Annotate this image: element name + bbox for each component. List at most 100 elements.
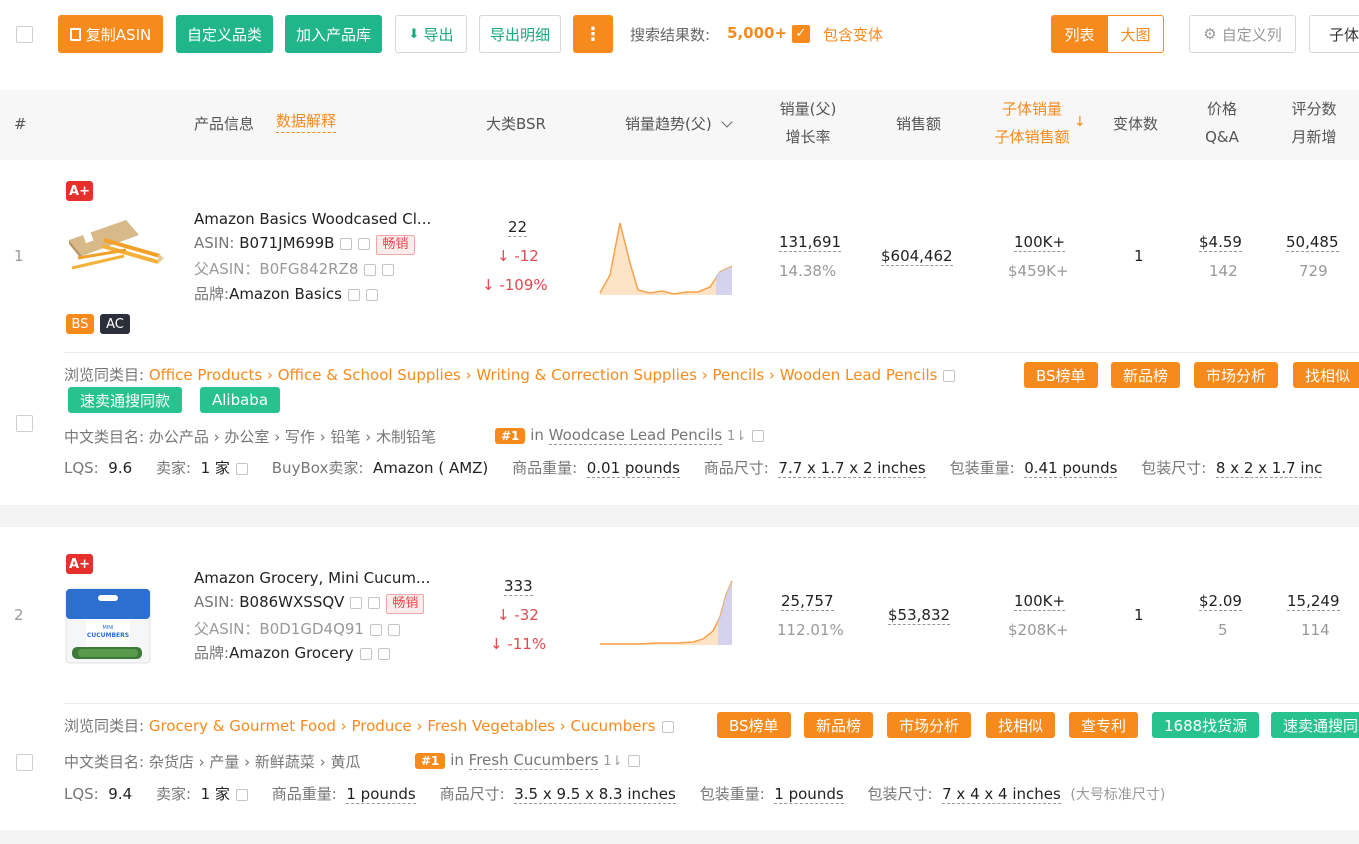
category-link[interactable]: Fresh Vegetables (427, 717, 555, 735)
category-link[interactable]: Office & School Supplies (278, 366, 461, 384)
parent-asin[interactable]: 父ASIN：B0D1GD4Q91 (194, 620, 364, 638)
toolbar: 复制ASIN 自定义品类 加入产品库 ⬇ 导出 导出明细 ⋮ 搜索结果数: 5,… (0, 0, 1359, 70)
header-bsr[interactable]: 大类BSR (486, 110, 546, 138)
view-list-button[interactable]: 列表 (1051, 15, 1108, 53)
lqs-value: 9.6 (108, 459, 133, 477)
select-all-checkbox[interactable] (16, 26, 33, 43)
patent-check-button[interactable]: 查专利 (1069, 712, 1139, 738)
sort-icon[interactable]: 1⇂ (727, 429, 746, 444)
product-title[interactable]: Amazon Grocery, Mini Cucum... (194, 569, 430, 587)
aliexpress-search-button[interactable]: 速卖通搜同 (1271, 712, 1359, 738)
alibaba-button[interactable]: Alibaba (200, 387, 281, 413)
copy-icon[interactable] (340, 237, 353, 250)
header-sales[interactable]: 销量(父) 增长率 (778, 95, 838, 151)
header-price[interactable]: 价格 Q&A (1200, 95, 1244, 151)
find-similar-button[interactable]: 找相似 (986, 712, 1056, 738)
external-link-icon[interactable] (752, 429, 765, 442)
table-header: # 产品信息 数据解释 大类BSR 销量趋势(父) 销量(父) 增长率 销售额 … (0, 90, 1359, 160)
external-link-icon[interactable] (235, 462, 248, 475)
external-link-icon[interactable] (235, 788, 248, 801)
product-title[interactable]: Amazon Basics Woodcased Cl... (194, 210, 431, 228)
copy-icon[interactable] (359, 647, 372, 660)
new-list-button[interactable]: 新品榜 (1111, 362, 1181, 388)
find-similar-button[interactable]: 找相似 (1293, 362, 1359, 388)
external-link-icon[interactable] (382, 263, 395, 276)
weight-value: 0.01 pounds (586, 459, 680, 478)
download-icon: ⬇ (408, 26, 420, 42)
arrow-down-icon: ↓ (497, 247, 515, 265)
data-explain-link[interactable]: 数据解释 (276, 110, 337, 133)
monthly-new-value: 114 (1301, 621, 1330, 639)
category-link[interactable]: Writing & Correction Supplies (476, 366, 697, 384)
external-link-icon[interactable] (368, 596, 381, 609)
view-grid-label: 大图 (1120, 25, 1151, 44)
category-link[interactable]: Cucumbers (570, 717, 655, 735)
browse-category: 浏览同类目: Grocery & Gourmet Food › Produce … (64, 715, 674, 736)
cn-category-path: 杂货店 › 产量 › 新鲜蔬菜 › 黄瓜 (148, 753, 361, 771)
copy-icon[interactable] (369, 623, 382, 636)
category-link[interactable]: Wooden Lead Pencils (780, 366, 938, 384)
sales-trend-chart[interactable] (598, 215, 734, 300)
child-button[interactable]: 子体 (1309, 15, 1359, 53)
parent-asin[interactable]: 父ASIN：B0FG842RZ8 (194, 260, 358, 278)
external-link-icon[interactable] (387, 623, 400, 636)
parent-asin-line: 父ASIN：B0D1GD4Q91 (194, 618, 400, 639)
divider (64, 352, 1359, 353)
category-link[interactable]: Office Products (149, 366, 262, 384)
external-link-icon[interactable] (661, 720, 674, 733)
header-variants[interactable]: 变体数 (1113, 110, 1158, 138)
product-image[interactable]: MINI CUCUMBERS (64, 585, 152, 665)
header-child-sales[interactable]: 子体销量 子体销售额 (990, 95, 1074, 151)
brand-value[interactable]: Amazon Basics (229, 285, 342, 303)
export-button[interactable]: ⬇ 导出 (395, 15, 467, 53)
rank-category[interactable]: Fresh Cucumbers (468, 751, 599, 770)
export-detail-button[interactable]: 导出明细 (479, 15, 561, 53)
more-icon: ⋮ (584, 23, 602, 45)
bs-list-button[interactable]: BS榜单 (1024, 362, 1098, 388)
header-ratings[interactable]: 评分数 月新增 (1286, 95, 1342, 151)
asin-value[interactable]: B086WXSSQV (239, 593, 344, 611)
custom-columns-label: 自定义列 (1221, 25, 1282, 44)
row-checkbox[interactable] (16, 754, 33, 771)
external-link-icon[interactable] (358, 237, 371, 250)
copy-asin-button[interactable]: 复制ASIN (58, 15, 163, 53)
external-link-icon[interactable] (377, 647, 390, 660)
sort-down-icon[interactable]: ↓ (1074, 114, 1086, 130)
add-library-button[interactable]: 加入产品库 (285, 15, 382, 53)
growth-value: 14.38% (779, 262, 837, 280)
copy-icon[interactable] (347, 288, 360, 301)
custom-columns-button[interactable]: ⚙ 自定义列 (1189, 15, 1296, 53)
external-link-icon[interactable] (628, 754, 641, 767)
brand-label: 品牌: (194, 285, 230, 303)
copy-icon[interactable] (350, 596, 363, 609)
custom-category-button[interactable]: 自定义品类 (176, 15, 273, 53)
copy-icon (69, 27, 81, 41)
bs-list-button[interactable]: BS榜单 (717, 712, 791, 738)
rank-category[interactable]: Woodcase Lead Pencils (548, 426, 723, 445)
more-button[interactable]: ⋮ (573, 15, 613, 53)
category-link[interactable]: Pencils (712, 366, 764, 384)
copy-icon[interactable] (364, 263, 377, 276)
rank-badge: #1 (495, 428, 526, 444)
header-trend[interactable]: 销量趋势(父) (625, 110, 733, 138)
new-list-button[interactable]: 新品榜 (804, 712, 874, 738)
asin-value[interactable]: B071JM699B (239, 234, 334, 252)
product-image[interactable] (64, 210, 164, 282)
sort-icon[interactable]: 1⇂ (603, 754, 622, 769)
category-link[interactable]: Grocery & Gourmet Food (149, 717, 336, 735)
market-analysis-button[interactable]: 市场分析 (1194, 362, 1279, 388)
brand-value[interactable]: Amazon Grocery (229, 644, 354, 662)
category-link[interactable]: Produce (351, 717, 411, 735)
pkg-size-label: 包装尺寸: (1141, 459, 1207, 477)
source-1688-button[interactable]: 1688找货源 (1152, 712, 1260, 738)
aliexpress-search-button[interactable]: 速卖通搜同款 (68, 387, 183, 413)
include-variants-checkbox[interactable]: ✓ (792, 25, 810, 43)
row-checkbox[interactable] (16, 415, 33, 432)
market-analysis-button[interactable]: 市场分析 (887, 712, 972, 738)
lqs-label: LQS: (64, 785, 99, 803)
header-revenue[interactable]: 销售额 (896, 110, 941, 138)
external-link-icon[interactable] (943, 369, 956, 382)
external-link-icon[interactable] (365, 288, 378, 301)
sales-trend-chart[interactable] (598, 575, 734, 650)
view-grid-button[interactable]: 大图 (1107, 15, 1164, 53)
